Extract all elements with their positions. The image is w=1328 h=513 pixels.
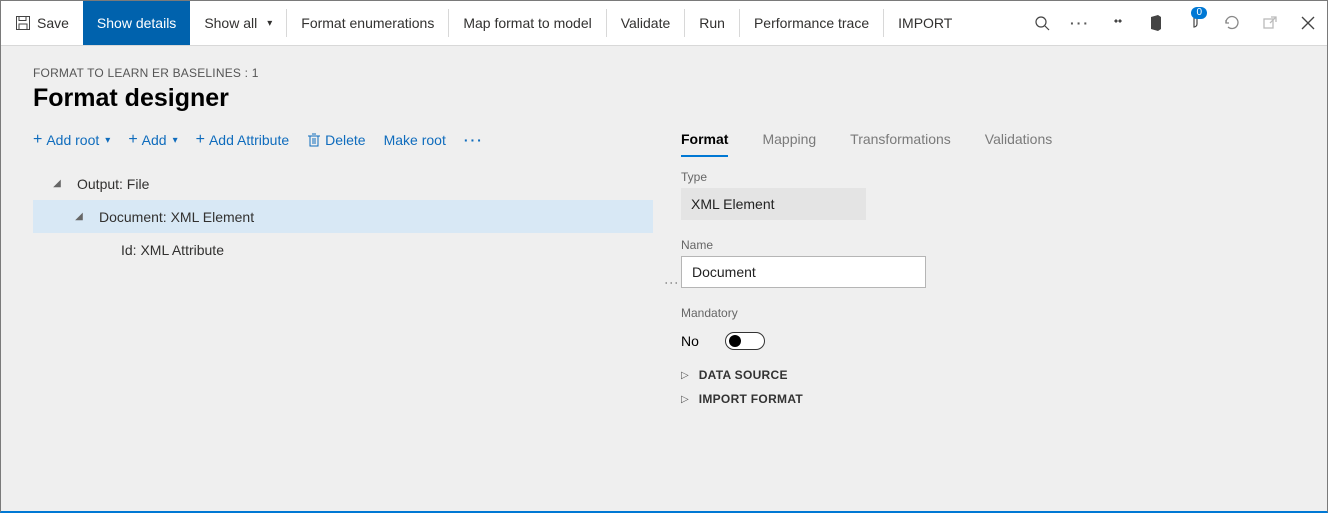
left-column: + Add root ▾ + Add ▾ + Add Attribute [33, 131, 653, 406]
add-attribute-button[interactable]: + Add Attribute [196, 131, 290, 149]
data-source-label: DATA SOURCE [699, 368, 788, 382]
refresh-icon-button[interactable] [1213, 1, 1251, 45]
chevron-right-icon: ▷ [681, 394, 689, 405]
plus-icon: + [33, 131, 42, 149]
import-label: IMPORT [898, 15, 952, 31]
data-source-section[interactable]: ▷ DATA SOURCE [681, 368, 1295, 382]
import-format-section[interactable]: ▷ IMPORT FORMAT [681, 392, 1295, 406]
save-label: Save [37, 15, 69, 31]
more-icon-button[interactable]: ··· [1061, 1, 1099, 45]
mandatory-value-text: No [681, 333, 705, 349]
content-columns: + Add root ▾ + Add ▾ + Add Attribute [33, 131, 1295, 406]
run-label: Run [699, 15, 725, 31]
tree: ◢ Output: File ◢ Document: XML Element [33, 167, 653, 266]
chevron-right-icon: ▷ [681, 370, 689, 381]
add-button[interactable]: + Add ▾ [128, 131, 177, 149]
panel-drag-handle[interactable]: ⋮ [665, 276, 679, 288]
diamond-icon-button[interactable] [1099, 1, 1137, 45]
make-root-label: Make root [384, 132, 446, 148]
mandatory-label: Mandatory [681, 306, 1295, 320]
caret-icon[interactable]: ◢ [73, 211, 85, 222]
office-icon [1148, 15, 1164, 31]
tab-validations[interactable]: Validations [985, 131, 1052, 157]
main-area: FORMAT TO LEARN ER BASELINES : 1 Format … [1, 46, 1327, 511]
popout-icon-button[interactable] [1251, 1, 1289, 45]
delete-button[interactable]: Delete [307, 132, 365, 148]
map-format-label: Map format to model [463, 15, 591, 31]
perf-trace-label: Performance trace [754, 15, 869, 31]
type-label: Type [681, 170, 1295, 184]
tree-label-id: Id: XML Attribute [121, 242, 224, 258]
caret-icon[interactable]: ◢ [51, 178, 63, 189]
type-field: XML Element [681, 188, 866, 220]
chevron-down-icon: ▾ [105, 135, 110, 146]
delete-label: Delete [325, 132, 365, 148]
validate-label: Validate [621, 15, 671, 31]
mandatory-row: No [681, 332, 1295, 350]
add-root-label: Add root [46, 132, 99, 148]
import-format-label: IMPORT FORMAT [699, 392, 803, 406]
name-label: Name [681, 238, 1295, 252]
tree-row-output[interactable]: ◢ Output: File [33, 167, 653, 200]
type-value: XML Element [691, 196, 775, 212]
show-details-button[interactable]: Show details [83, 1, 190, 45]
mandatory-toggle[interactable] [725, 332, 765, 350]
map-format-button[interactable]: Map format to model [449, 1, 605, 45]
popout-icon [1262, 15, 1278, 31]
show-all-button[interactable]: Show all ▾ [190, 1, 286, 45]
format-enum-label: Format enumerations [301, 15, 434, 31]
plus-icon: + [196, 131, 205, 149]
right-column: ⋮ Format Mapping Transformations Validat… [681, 131, 1295, 406]
refresh-icon [1224, 15, 1240, 31]
save-button[interactable]: Save [1, 1, 83, 45]
save-icon [15, 15, 31, 31]
command-bar: + Add root ▾ + Add ▾ + Add Attribute [33, 131, 653, 149]
make-root-button[interactable]: Make root [384, 132, 446, 148]
attachments-icon-button[interactable]: 0 [1175, 1, 1213, 45]
tree-label-document: Document: XML Element [99, 209, 254, 225]
page-title: Format designer [33, 84, 1295, 113]
trash-icon [307, 133, 321, 147]
top-toolbar: Save Show details Show all ▾ Format enum… [1, 1, 1327, 46]
performance-trace-button[interactable]: Performance trace [740, 1, 883, 45]
show-all-label: Show all [204, 15, 257, 31]
badge-count: 0 [1191, 7, 1207, 19]
name-input[interactable] [681, 256, 926, 288]
run-button[interactable]: Run [685, 1, 739, 45]
tab-mapping[interactable]: Mapping [762, 131, 816, 157]
tab-row: Format Mapping Transformations Validatio… [681, 131, 1295, 158]
add-attr-label: Add Attribute [209, 132, 289, 148]
breadcrumb: FORMAT TO LEARN ER BASELINES : 1 [33, 66, 1295, 80]
chevron-down-icon: ▾ [267, 18, 272, 29]
show-details-label: Show details [97, 15, 176, 31]
tab-format[interactable]: Format [681, 131, 728, 157]
tree-row-document[interactable]: ◢ Document: XML Element [33, 200, 653, 233]
add-root-button[interactable]: + Add root ▾ [33, 131, 110, 149]
more-dots-icon: ··· [1070, 15, 1090, 31]
import-button[interactable]: IMPORT [884, 1, 966, 45]
validate-button[interactable]: Validate [607, 1, 685, 45]
format-enumerations-button[interactable]: Format enumerations [287, 1, 448, 45]
close-icon-button[interactable] [1289, 1, 1327, 45]
tree-row-id[interactable]: Id: XML Attribute [33, 233, 653, 266]
toggle-knob [729, 335, 741, 347]
search-icon-button[interactable] [1023, 1, 1061, 45]
add-label: Add [142, 132, 167, 148]
cmd-more-button[interactable]: ··· [464, 132, 484, 148]
chevron-down-icon: ▾ [173, 135, 178, 146]
diamond-icon [1110, 17, 1126, 29]
tab-transformations[interactable]: Transformations [850, 131, 951, 157]
search-icon [1034, 15, 1050, 31]
close-icon [1301, 16, 1315, 30]
office-icon-button[interactable] [1137, 1, 1175, 45]
tree-label-output: Output: File [77, 176, 149, 192]
plus-icon: + [128, 131, 137, 149]
